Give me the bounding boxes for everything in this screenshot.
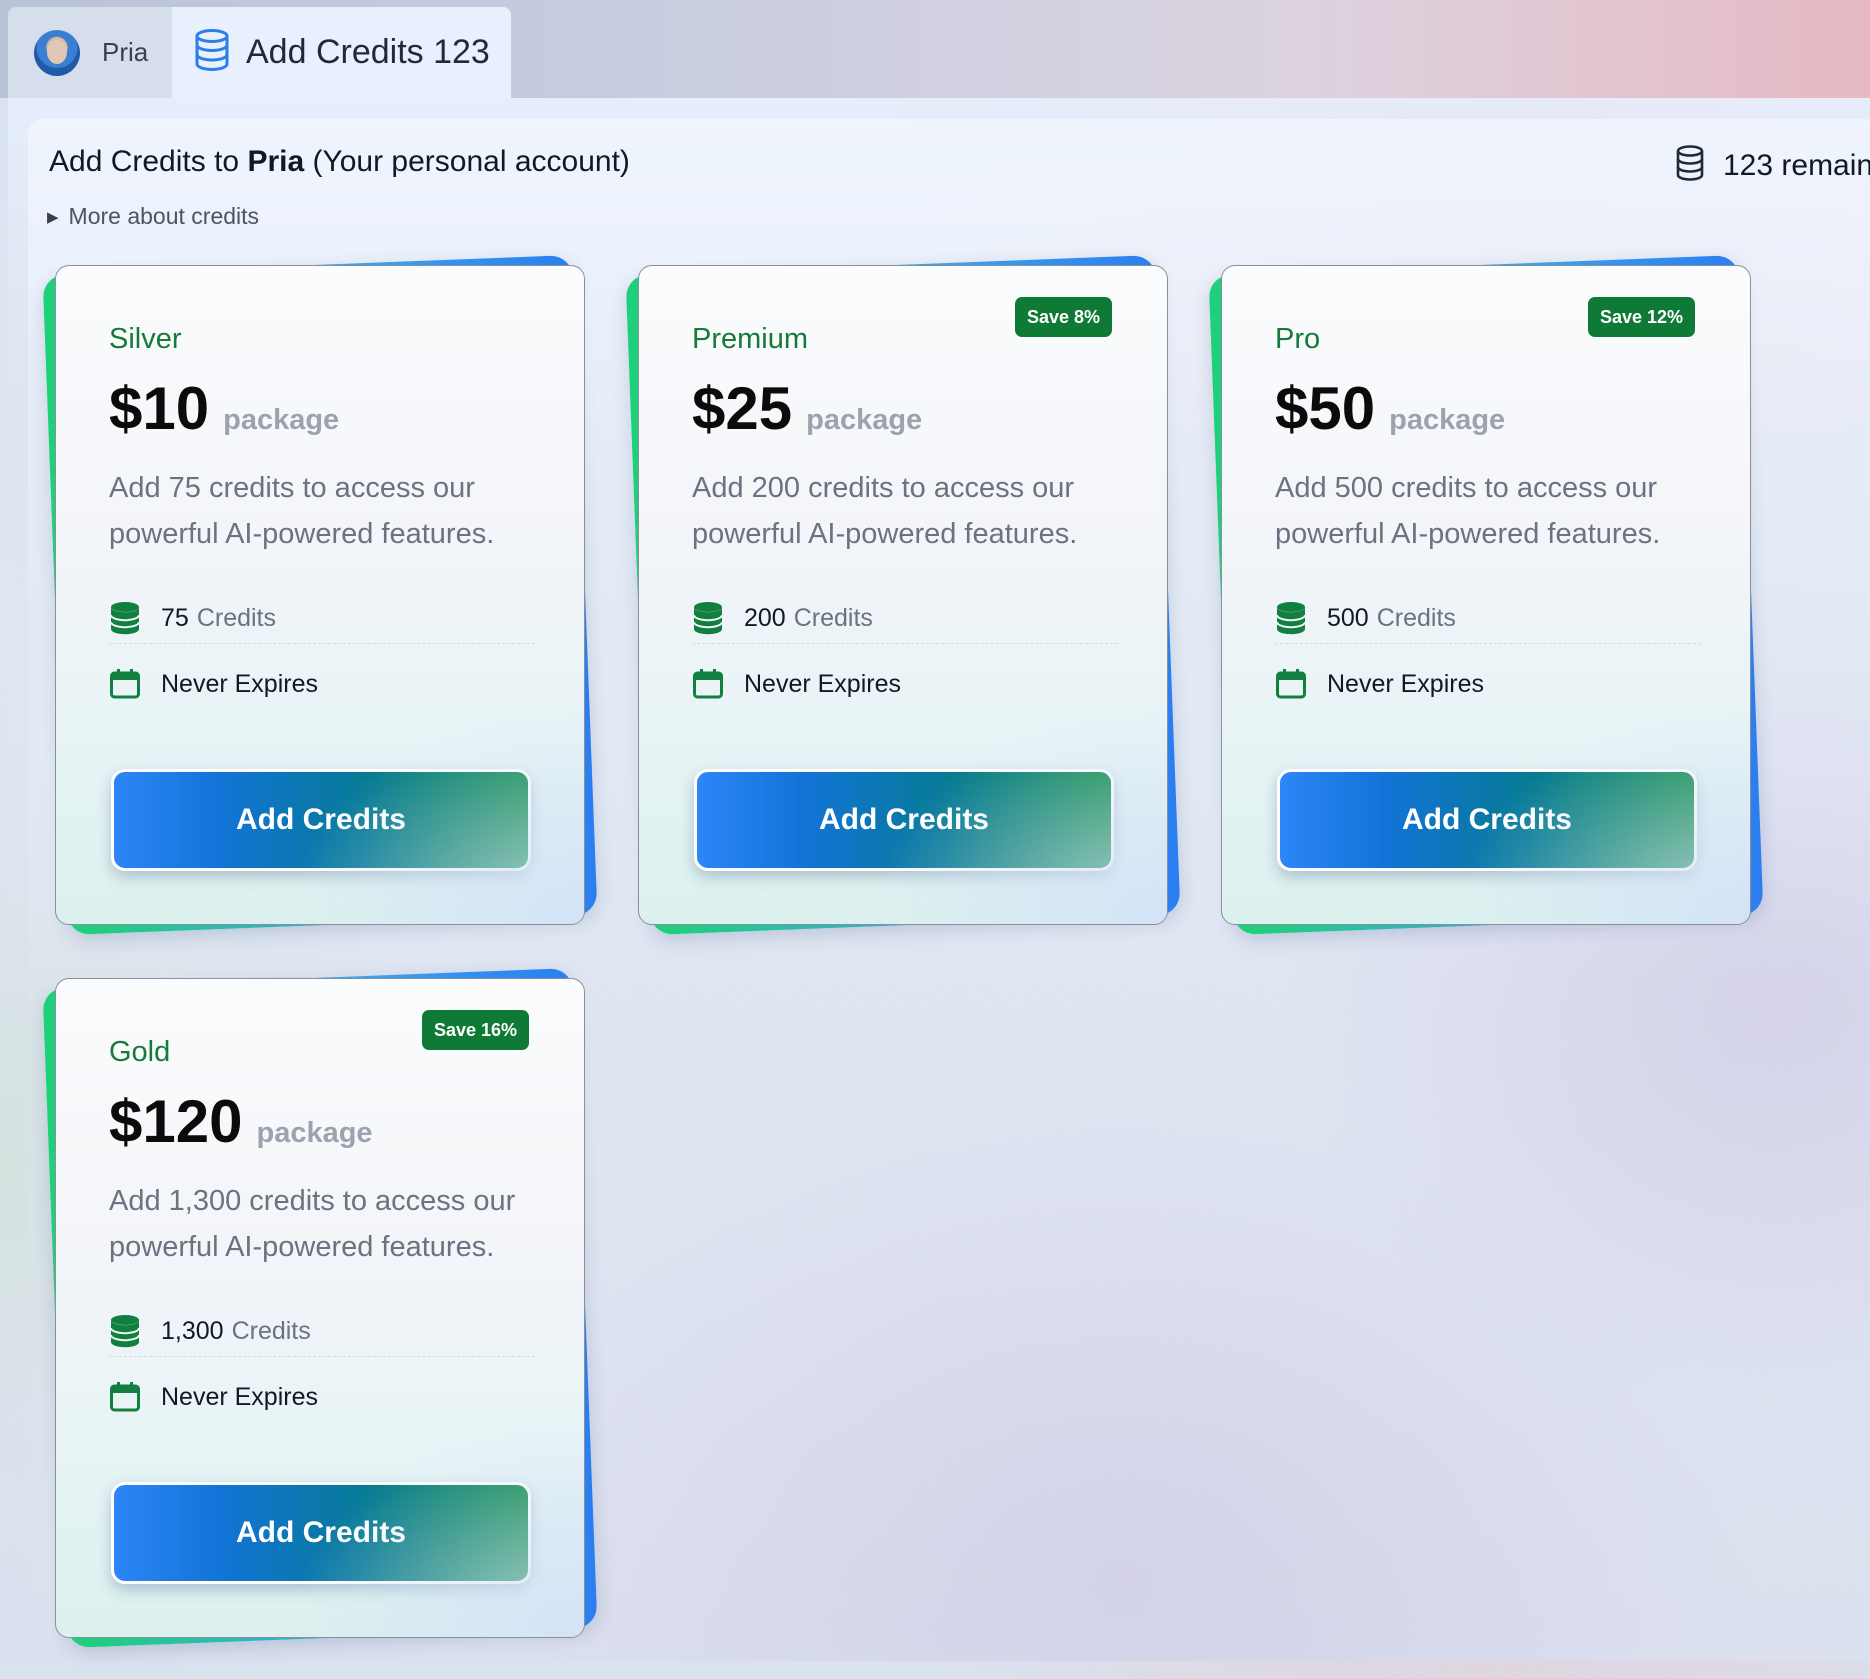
expiry-text: Never Expires: [744, 669, 901, 698]
package-price: $10: [109, 375, 210, 442]
credits-unit: Credits: [231, 1316, 311, 1345]
package-price-unit: package: [223, 404, 340, 436]
package-card-pro: Pro Save 12% $50 package Add 500 credits…: [1208, 255, 1764, 935]
expiry-feature: Never Expires: [1275, 659, 1701, 709]
credits-unit: Credits: [793, 603, 873, 632]
credits-amount: 500: [1327, 603, 1369, 632]
package-description: Add 200 credits to access our powerful A…: [692, 472, 1078, 550]
database-icon: [194, 29, 230, 76]
savings-badge: Save 8%: [1015, 297, 1113, 337]
triangle-right-icon: ▶: [47, 208, 59, 226]
price-row: $10 package: [109, 374, 339, 443]
package-card-gold: Gold Save 16% $120 package Add 1,300 cre…: [42, 968, 598, 1648]
coins-stack-icon: [1275, 601, 1307, 635]
expiry-feature: Never Expires: [109, 659, 535, 709]
more-about-credits-toggle[interactable]: ▶ More about credits: [47, 203, 259, 230]
calendar-icon: [109, 1380, 141, 1414]
account-name: Pria: [247, 145, 305, 178]
credits-feature: 200 Credits: [692, 593, 1118, 644]
card-body: Gold Save 16% $120 package Add 1,300 cre…: [55, 978, 585, 1638]
coins-stack-icon: [692, 601, 724, 635]
title-prefix: Add Credits to: [49, 145, 248, 178]
package-price-unit: package: [806, 404, 923, 436]
expiry-text: Never Expires: [161, 1382, 318, 1411]
package-tier: Premium: [692, 323, 809, 355]
tab-pria-label: Pria: [102, 37, 149, 67]
savings-badge: Save 16%: [422, 1010, 530, 1050]
tab-bar: Pria Add Credits 123: [0, 0, 1870, 98]
add-credits-button[interactable]: Add Credits: [694, 769, 1114, 871]
credits-amount: 1,300: [161, 1316, 224, 1345]
package-tier: Pro: [1275, 323, 1321, 355]
package-price: $50: [1275, 375, 1376, 442]
calendar-icon: [1275, 667, 1307, 701]
credits-amount: 200: [744, 603, 786, 632]
credits-amount: 75: [161, 603, 189, 632]
tab-add-credits-label: Add Credits 123: [246, 33, 490, 71]
tab-pria[interactable]: Pria: [8, 7, 172, 98]
price-row: $120 package: [109, 1087, 373, 1156]
package-price-unit: package: [256, 1117, 373, 1149]
card-body: Silver $10 package Add 75 credits to acc…: [55, 265, 585, 925]
expiry-feature: Never Expires: [109, 1372, 535, 1422]
package-description: Add 500 credits to access our powerful A…: [1275, 472, 1661, 550]
add-credits-button[interactable]: Add Credits: [1277, 769, 1697, 871]
more-about-credits-label: More about credits: [68, 203, 260, 229]
calendar-icon: [109, 667, 141, 701]
package-description: Add 75 credits to access our powerful AI…: [109, 472, 495, 550]
price-row: $25 package: [692, 374, 922, 443]
title-suffix: (Your personal account): [304, 145, 630, 178]
package-tier: Gold: [109, 1036, 171, 1068]
card-body: Premium Save 8% $25 package Add 200 cred…: [638, 265, 1168, 925]
add-credits-button[interactable]: Add Credits: [111, 769, 531, 871]
expiry-feature: Never Expires: [692, 659, 1118, 709]
avatar: [34, 29, 80, 76]
calendar-icon: [692, 667, 724, 701]
credits-feature: 1,300 Credits: [109, 1306, 535, 1357]
credits-remaining: 123 remain: [1675, 145, 1870, 186]
credits-unit: Credits: [196, 603, 276, 632]
expiry-text: Never Expires: [1327, 669, 1484, 698]
page-title: Add Credits to Pria (Your personal accou…: [49, 145, 630, 179]
credits-feature: 75 Credits: [109, 593, 535, 644]
credits-feature: 500 Credits: [1275, 593, 1701, 644]
add-credits-button[interactable]: Add Credits: [111, 1482, 531, 1584]
price-row: $50 package: [1275, 374, 1505, 443]
savings-badge: Save 12%: [1588, 297, 1696, 337]
package-price: $120: [109, 1088, 243, 1155]
credits-remaining-text: 123 remain: [1723, 148, 1870, 182]
database-icon: [1675, 145, 1705, 186]
credits-unit: Credits: [1376, 603, 1456, 632]
package-price-unit: package: [1389, 404, 1506, 436]
package-card-silver: Silver $10 package Add 75 credits to acc…: [42, 255, 598, 935]
card-body: Pro Save 12% $50 package Add 500 credits…: [1221, 265, 1751, 925]
expiry-text: Never Expires: [161, 669, 318, 698]
package-tier: Silver: [109, 323, 182, 355]
package-price: $25: [692, 375, 793, 442]
coins-stack-icon: [109, 601, 141, 635]
tab-add-credits[interactable]: Add Credits 123: [172, 7, 511, 98]
package-card-premium: Premium Save 8% $25 package Add 200 cred…: [625, 255, 1181, 935]
coins-stack-icon: [109, 1314, 141, 1348]
package-description: Add 1,300 credits to access our powerful…: [109, 1185, 516, 1263]
